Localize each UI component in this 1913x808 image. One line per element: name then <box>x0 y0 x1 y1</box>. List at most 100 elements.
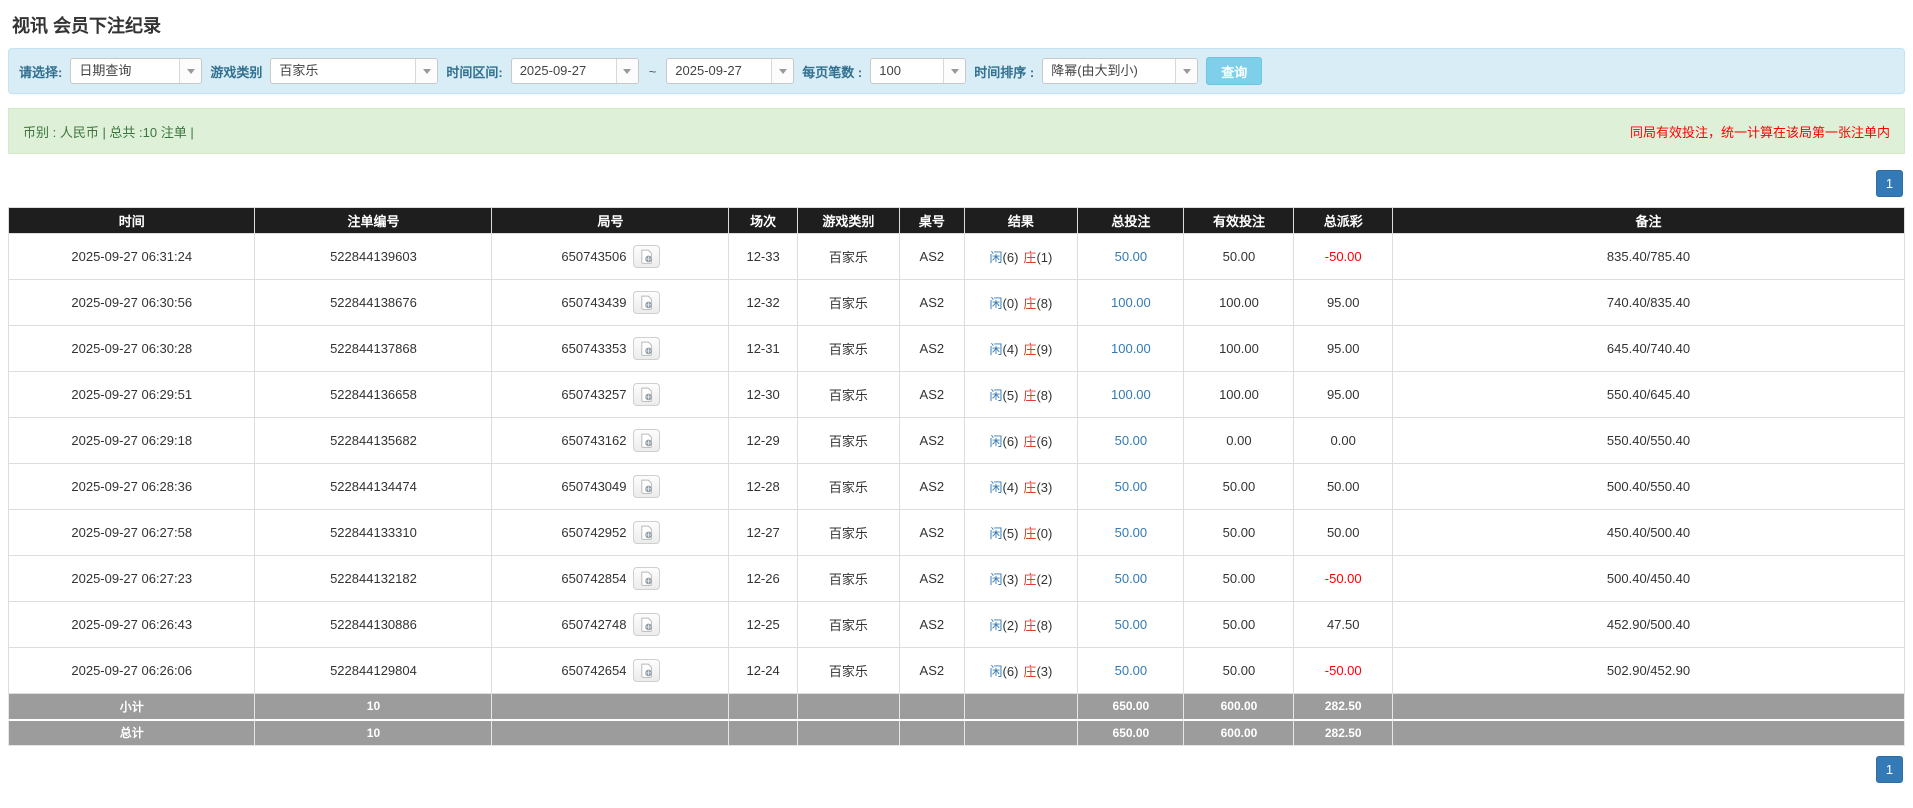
cell-bet-id: 522844136658 <box>255 372 492 418</box>
header-payout: 总派彩 <box>1294 208 1393 234</box>
cell-total-bet: 100.00 <box>1078 280 1184 326</box>
video-replay-button[interactable] <box>633 383 660 406</box>
summary-bar: 币别 : 人民币 | 总共 :10 注单 | 同局有效投注，统一计算在该局第一张… <box>8 108 1905 154</box>
header-total-bet: 总投注 <box>1078 208 1184 234</box>
page-size-value: 100 <box>871 59 943 83</box>
video-replay-button[interactable] <box>633 475 660 498</box>
chevron-down-icon[interactable] <box>415 59 437 83</box>
chevron-down-icon[interactable] <box>771 59 793 83</box>
cell-time: 2025-09-27 06:30:28 <box>9 326 255 372</box>
cell-total-bet: 50.00 <box>1078 234 1184 280</box>
subtotal-valid-bet: 600.00 <box>1184 694 1294 720</box>
pagination-top: 1 <box>10 170 1903 197</box>
page-size-select[interactable]: 100 <box>870 58 966 84</box>
video-replay-button[interactable] <box>633 291 660 314</box>
video-replay-button[interactable] <box>633 613 660 636</box>
cell-time: 2025-09-27 06:26:06 <box>9 648 255 694</box>
total-bet-link[interactable]: 50.00 <box>1115 479 1148 494</box>
total-bet-link[interactable]: 50.00 <box>1115 571 1148 586</box>
cell-round-no: 650742854 <box>492 556 729 602</box>
cell-total-bet: 50.00 <box>1078 418 1184 464</box>
total-bet-link[interactable]: 50.00 <box>1115 617 1148 632</box>
table-row: 2025-09-27 06:26:43 522844130886 6507427… <box>9 602 1905 648</box>
query-type-select[interactable]: 日期查询 <box>70 58 202 84</box>
video-replay-button[interactable] <box>633 567 660 590</box>
cell-table-no: AS2 <box>900 648 964 694</box>
cell-valid-bet: 100.00 <box>1184 280 1294 326</box>
cell-total-bet: 100.00 <box>1078 326 1184 372</box>
cell-bet-id: 522844133310 <box>255 510 492 556</box>
cell-bet-id: 522844138676 <box>255 280 492 326</box>
cell-bet-id: 522844135682 <box>255 418 492 464</box>
total-bet-link[interactable]: 100.00 <box>1111 341 1151 356</box>
game-type-select[interactable]: 百家乐 <box>270 58 438 84</box>
total-bet-link[interactable]: 50.00 <box>1115 663 1148 678</box>
cell-total-bet: 50.00 <box>1078 556 1184 602</box>
chevron-down-icon[interactable] <box>179 59 201 83</box>
cell-session: 12-24 <box>729 648 797 694</box>
currency-total-text: 币别 : 人民币 | 总共 :10 注单 | <box>23 122 194 141</box>
total-bet-link[interactable]: 100.00 <box>1111 295 1151 310</box>
total-bet-link[interactable]: 50.00 <box>1115 433 1148 448</box>
bet-records-table: 时间 注单编号 局号 场次 游戏类别 桌号 结果 总投注 有效投注 总派彩 备注… <box>8 207 1905 746</box>
grand-total-payout: 282.50 <box>1294 720 1393 746</box>
table-row: 2025-09-27 06:27:58 522844133310 6507429… <box>9 510 1905 556</box>
page-1-button[interactable]: 1 <box>1876 756 1903 783</box>
video-replay-button[interactable] <box>633 429 660 452</box>
cell-result: 闲(5)庄(8) <box>964 372 1078 418</box>
search-button[interactable]: 查询 <box>1206 57 1262 85</box>
cell-valid-bet: 50.00 <box>1184 464 1294 510</box>
cell-table-no: AS2 <box>900 556 964 602</box>
chevron-down-icon[interactable] <box>1175 59 1197 83</box>
sort-order-select[interactable]: 降幂(由大到小) <box>1042 58 1198 84</box>
cell-round-no: 650743439 <box>492 280 729 326</box>
chevron-down-icon[interactable] <box>943 59 965 83</box>
cell-session: 12-27 <box>729 510 797 556</box>
cell-time: 2025-09-27 06:30:56 <box>9 280 255 326</box>
player-result: 闲 <box>990 664 1003 679</box>
player-result: 闲 <box>990 572 1003 587</box>
banker-result: 庄 <box>1023 664 1036 679</box>
chevron-down-icon[interactable] <box>616 59 638 83</box>
cell-bet-id: 522844129804 <box>255 648 492 694</box>
table-row: 2025-09-27 06:30:28 522844137868 6507433… <box>9 326 1905 372</box>
table-row: 2025-09-27 06:26:06 522844129804 6507426… <box>9 648 1905 694</box>
video-file-icon <box>639 571 654 586</box>
page-1-button[interactable]: 1 <box>1876 170 1903 197</box>
video-file-icon <box>639 433 654 448</box>
video-file-icon <box>639 387 654 402</box>
total-bet-link[interactable]: 50.00 <box>1115 249 1148 264</box>
video-replay-button[interactable] <box>633 245 660 268</box>
cell-game-type: 百家乐 <box>797 464 899 510</box>
cell-round-no: 650742654 <box>492 648 729 694</box>
cell-payout: 47.50 <box>1294 602 1393 648</box>
cell-remark: 450.40/500.40 <box>1393 510 1905 556</box>
cell-remark: 835.40/785.40 <box>1393 234 1905 280</box>
cell-time: 2025-09-27 06:27:23 <box>9 556 255 602</box>
cell-table-no: AS2 <box>900 510 964 556</box>
cell-total-bet: 50.00 <box>1078 602 1184 648</box>
total-bet-link[interactable]: 100.00 <box>1111 387 1151 402</box>
banker-result: 庄 <box>1023 618 1036 633</box>
date-to-input[interactable]: 2025-09-27 <box>666 58 794 84</box>
video-replay-button[interactable] <box>633 521 660 544</box>
cell-time: 2025-09-27 06:26:43 <box>9 602 255 648</box>
header-game-type: 游戏类别 <box>797 208 899 234</box>
date-from-input[interactable]: 2025-09-27 <box>511 58 639 84</box>
cell-bet-id: 522844139603 <box>255 234 492 280</box>
player-result: 闲 <box>990 618 1003 633</box>
total-bet-link[interactable]: 50.00 <box>1115 525 1148 540</box>
cell-bet-id: 522844132182 <box>255 556 492 602</box>
table-row: 2025-09-27 06:28:36 522844134474 6507430… <box>9 464 1905 510</box>
cell-valid-bet: 0.00 <box>1184 418 1294 464</box>
table-row: 2025-09-27 06:27:23 522844132182 6507428… <box>9 556 1905 602</box>
cell-valid-bet: 50.00 <box>1184 510 1294 556</box>
sort-order-label: 时间排序 : <box>974 62 1034 81</box>
cell-remark: 452.90/500.40 <box>1393 602 1905 648</box>
video-replay-button[interactable] <box>633 659 660 682</box>
cell-payout: 0.00 <box>1294 418 1393 464</box>
player-result: 闲 <box>990 434 1003 449</box>
video-replay-button[interactable] <box>633 337 660 360</box>
range-separator: ~ <box>649 64 657 79</box>
video-file-icon <box>639 525 654 540</box>
